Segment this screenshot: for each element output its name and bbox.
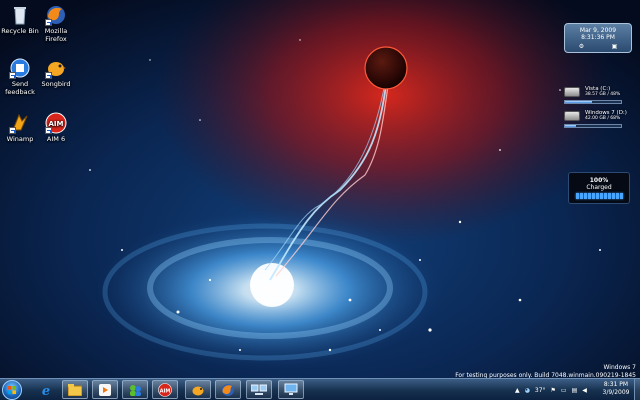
desktop-icon-winamp[interactable]: Winamp <box>0 112 40 144</box>
battery-cell <box>611 193 615 199</box>
hard-drive-icon <box>564 111 580 121</box>
clock-gadget[interactable]: Mar 9, 2009 8:31:36 PM ⚙ ▣ <box>564 23 632 53</box>
battery-status: Charged <box>586 184 612 191</box>
taskbar-media-player[interactable] <box>92 380 118 399</box>
desktop-icon-songbird[interactable]: Songbird <box>36 57 76 89</box>
drive-gadget-c[interactable]: Vista (C:) 38.57 GB / 48% <box>563 86 635 106</box>
desktop-icon-label: Send feedback <box>5 80 35 96</box>
show-desktop-button[interactable] <box>634 379 640 400</box>
battery-cell <box>595 193 599 199</box>
battery-cell <box>619 193 623 199</box>
firefox-icon <box>45 4 67 26</box>
desktop-icon-label: Winamp <box>6 135 34 143</box>
taskbar-network[interactable] <box>246 380 272 399</box>
desktop-icon-recycle-bin[interactable]: Recycle Bin <box>0 4 40 36</box>
drive-usage-fill <box>565 101 592 103</box>
battery-cell <box>583 193 587 199</box>
desktop-icon-label: AIM 6 <box>46 135 66 143</box>
battery-cell <box>591 193 595 199</box>
chevron-up-icon[interactable]: ▲ <box>515 387 520 394</box>
firefox-icon <box>222 383 234 396</box>
shortcut-arrow-icon <box>9 72 16 79</box>
shortcut-arrow-icon <box>9 127 16 134</box>
network-gadget-icon[interactable]: ⚙ <box>579 43 584 50</box>
songbird-icon <box>45 57 67 79</box>
drive-usage-bar <box>564 100 622 104</box>
svg-text:AIM: AIM <box>160 388 171 394</box>
hard-drive-icon <box>564 87 580 97</box>
desktop-wallpaper <box>0 0 640 400</box>
network-tray-icon[interactable]: ▤ <box>572 387 578 394</box>
taskbar-songbird[interactable] <box>185 380 211 399</box>
drive-stats: 42.00 GB / 68% <box>585 116 621 121</box>
battery-gadget[interactable]: 100% Charged <box>568 172 630 204</box>
desktop-icon-aim[interactable]: AIM AIM 6 <box>36 112 76 144</box>
svg-text:e: e <box>42 384 50 397</box>
shortcut-arrow-icon <box>45 127 52 134</box>
drive-stats: 38.57 GB / 48% <box>585 92 621 97</box>
desktop-icon-label: Recycle Bin <box>1 27 39 35</box>
drive-usage-bar <box>564 124 622 128</box>
desktop-icon-send-feedback[interactable]: Send feedback <box>0 57 40 96</box>
taskbar-computer[interactable] <box>278 380 304 399</box>
desktop-icon-firefox[interactable]: Mozilla Firefox <box>36 4 76 43</box>
aim-icon: AIM <box>45 112 67 134</box>
battery-cell <box>587 193 591 199</box>
battery-tray-icon[interactable]: ▭ <box>561 387 567 394</box>
taskbar-messenger[interactable] <box>122 380 148 399</box>
notification-area: ▲ ◕ 37° ⚑ ▭ ▤ ◀ <box>515 381 587 399</box>
media-player-icon <box>99 383 111 396</box>
taskbar-firefox[interactable] <box>215 380 241 399</box>
taskbar-ie[interactable]: e <box>33 380 59 399</box>
taskbar: e AIM ▲ ◕ 37° ⚑ ▭ ▤ ◀ 8:31 PM 3/9/2009 <box>0 378 640 400</box>
taskbar-aim[interactable]: AIM <box>152 380 178 399</box>
battery-cell <box>607 193 611 199</box>
explorer-icon <box>68 383 82 396</box>
aim-icon: AIM <box>158 382 172 397</box>
recycle-bin-icon <box>9 4 31 26</box>
taskbar-clock-time: 8:31 PM <box>603 381 629 388</box>
windows-logo-icon <box>8 386 16 394</box>
messenger-icon <box>130 384 141 396</box>
winamp-icon <box>9 112 31 134</box>
battery-cell <box>603 193 607 199</box>
weather-icon[interactable]: ◕ <box>525 387 530 394</box>
battery-cell <box>579 193 583 199</box>
battery-cell <box>599 193 603 199</box>
gadget-date: Mar 9, 2009 <box>579 27 617 34</box>
send-feedback-icon <box>9 57 31 79</box>
desktop-icon-label: Mozilla Firefox <box>44 27 68 43</box>
action-center-flag-icon[interactable]: ⚑ <box>551 387 556 394</box>
watermark-os: Windows 7 <box>603 364 636 371</box>
battery-level-cells <box>569 193 629 199</box>
start-button[interactable] <box>2 380 22 400</box>
taskbar-clock-date: 3/9/2009 <box>602 389 630 396</box>
volume-icon[interactable]: ◀ <box>582 387 587 394</box>
drive-usage-fill <box>565 125 577 127</box>
save-gadget-icon[interactable]: ▣ <box>612 43 618 50</box>
battery-percent: 100% <box>589 177 609 184</box>
ie-icon: e <box>42 384 50 397</box>
desktop-icon-label: Songbird <box>41 80 71 88</box>
shortcut-arrow-icon <box>45 19 52 26</box>
taskbar-explorer[interactable] <box>62 380 88 399</box>
gadget-time: 8:31:36 PM <box>581 34 615 41</box>
drive-gadget-d[interactable]: Windows 7 (D:) 42.00 GB / 68% <box>563 110 635 130</box>
tray-temperature: 37° <box>534 386 546 394</box>
songbird-icon <box>192 386 204 395</box>
battery-cell <box>575 193 579 199</box>
battery-cell <box>615 193 619 199</box>
network-icon <box>251 384 267 395</box>
computer-icon <box>284 383 298 395</box>
taskbar-clock[interactable]: 8:31 PM 3/9/2009 <box>596 381 636 397</box>
shortcut-arrow-icon <box>45 72 52 79</box>
